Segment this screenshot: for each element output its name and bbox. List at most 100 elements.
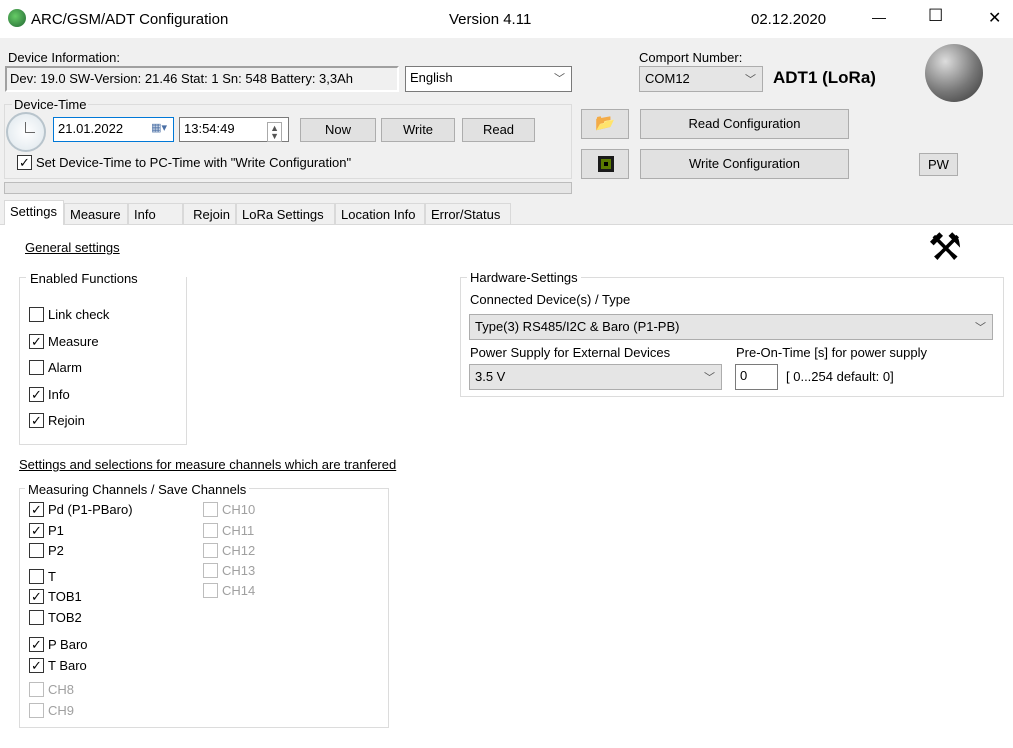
device-time-label: Device-Time [12,97,89,112]
channel-checkbox[interactable]: ✓ P1 [29,523,64,538]
channel-checkbox: CH12 [203,543,255,558]
check-icon: ✓ [29,413,44,428]
function-checkbox[interactable]: ✓ Rejoin [29,413,85,428]
time-spinner[interactable]: ▲ ▼ [267,122,282,142]
sync-time-label: Set Device-Time to PC-Time with "Write C… [36,155,352,170]
channel-checkbox[interactable]: T [29,569,56,584]
function-checkbox[interactable]: Link check [29,307,109,322]
pre-on-time-hint: [ 0...254 default: 0] [786,369,894,384]
channel-checkbox[interactable]: ✓ TOB1 [29,589,82,604]
checkbox-box [29,610,44,625]
checkbox-label: Rejoin [48,413,85,428]
connected-device-value: Type(3) RS485/I2C & Baro (P1-PB) [475,319,680,334]
read-configuration-button[interactable]: Read Configuration [640,109,849,139]
save-file-button[interactable] [581,149,629,179]
tab-info[interactable]: Info [128,203,183,224]
function-checkbox[interactable]: ✓ Measure [29,334,99,349]
checkbox-box [203,502,218,517]
channel-checkbox[interactable]: ✓ Pd (P1-PBaro) [29,502,133,517]
check-icon: ✓ [29,523,44,538]
version-label: Version 4.11 [449,11,532,28]
tab-measure[interactable]: Measure [64,203,128,224]
power-supply-label: Power Supply for External Devices [470,345,671,360]
date-label: 02.12.2020 [751,11,827,28]
tab-error-status[interactable]: Error/Status [425,203,511,224]
save-icon [598,156,614,172]
checkbox-label: Pd (P1-PBaro) [48,502,133,517]
sync-time-checkbox[interactable]: ✓ Set Device-Time to PC-Time with "Write … [17,155,351,170]
globe-icon [925,44,983,102]
channel-checkbox: CH11 [203,523,254,538]
tab-rejoin[interactable]: Rejoin [183,203,236,224]
app-icon [8,9,26,27]
open-file-button[interactable]: 📂 [581,109,629,139]
checkbox-label: CH12 [222,543,256,558]
device-type-label: ADT1 (LoRa) [773,68,876,87]
time-input[interactable]: 13:54:49 ▲ ▼ [179,117,289,142]
enabled-functions-label: Enabled Functions [28,271,140,286]
pre-on-time-label: Pre-On-Time [s] for power supply [736,345,927,360]
check-icon: ✓ [29,334,44,349]
checkbox-box [29,360,44,375]
language-select[interactable]: English ﹀ [405,66,572,92]
close-button[interactable]: ✕ [988,8,1001,28]
connected-device-select[interactable]: Type(3) RS485/I2C & Baro (P1-PB) ﹀ [469,314,993,340]
progress-bar [4,182,572,194]
chevron-down-icon: ﹀ [975,322,986,334]
channel-checkbox[interactable]: ✓ T Baro [29,658,87,673]
calendar-dropdown-icon[interactable]: ▦▾ [151,121,167,134]
tab-location-info[interactable]: Location Info [335,203,425,224]
channel-checkbox[interactable]: TOB2 [29,610,82,625]
tab-lora-settings[interactable]: LoRa Settings [236,203,335,224]
checkbox-label: TOB1 [48,589,82,604]
checkbox-label: CH14 [222,583,256,598]
channel-checkbox: CH9 [29,703,74,718]
checkbox-label: Measure [48,334,99,349]
check-icon: ✓ [29,589,44,604]
folder-open-icon: 📂 [595,115,615,132]
tab-settings[interactable]: Settings [4,200,64,225]
hardware-settings-label: Hardware-Settings [467,270,581,285]
read-time-button[interactable]: Read [462,118,535,142]
now-button[interactable]: Now [300,118,376,142]
password-button[interactable]: PW [919,153,958,176]
channel-checkbox[interactable]: P2 [29,543,64,558]
channel-checkbox[interactable]: ✓ P Baro [29,637,88,652]
checkbox-box [29,543,44,558]
time-value: 13:54:49 [184,121,235,136]
checkbox-label: CH9 [48,703,75,718]
title-bar: ARC/GSM/ADT Configuration Version 4.11 0… [0,0,1013,38]
date-picker[interactable]: 21.01.2022 ▦▾ [53,117,174,142]
check-icon: ✓ [29,637,44,652]
power-supply-value: 3.5 V [475,369,506,384]
checkbox-label: T Baro [48,658,87,673]
function-checkbox[interactable]: ✓ Info [29,387,70,402]
chevron-down-icon: ﹀ [745,74,756,86]
minimize-button[interactable]: — [872,9,886,25]
checkbox-label: P1 [48,523,64,538]
measuring-channels-label: Measuring Channels / Save Channels [25,482,250,497]
check-icon: ✓ [29,502,44,517]
function-checkbox[interactable]: Alarm [29,360,82,375]
tools-icon: ⚒ [928,227,963,269]
check-icon: ✓ [29,387,44,402]
comport-value: COM12 [645,71,690,86]
device-info-field: Dev: 19.0 SW-Version: 21.46 Stat: 1 Sn: … [5,66,399,92]
checkbox-label: CH13 [222,563,256,578]
checkbox-label: Alarm [48,360,82,375]
checkbox-box [203,543,218,558]
channel-checkbox: CH14 [203,583,255,598]
write-time-button[interactable]: Write [381,118,455,142]
power-supply-select[interactable]: 3.5 V ﹀ [469,364,722,390]
maximize-button[interactable]: ☐ [928,6,943,26]
checkbox-label: P Baro [48,637,88,652]
pre-on-time-input[interactable]: 0 [735,364,778,390]
checkbox-label: CH10 [222,502,256,517]
write-configuration-button[interactable]: Write Configuration [640,149,849,179]
device-info-label: Device Information: [8,50,120,65]
comport-select[interactable]: COM12 ﹀ [639,66,763,92]
checkbox-label: TOB2 [48,610,82,625]
chevron-down-icon: ﹀ [554,73,565,85]
checkbox-box [203,583,218,598]
channel-checkbox: CH10 [203,502,255,517]
